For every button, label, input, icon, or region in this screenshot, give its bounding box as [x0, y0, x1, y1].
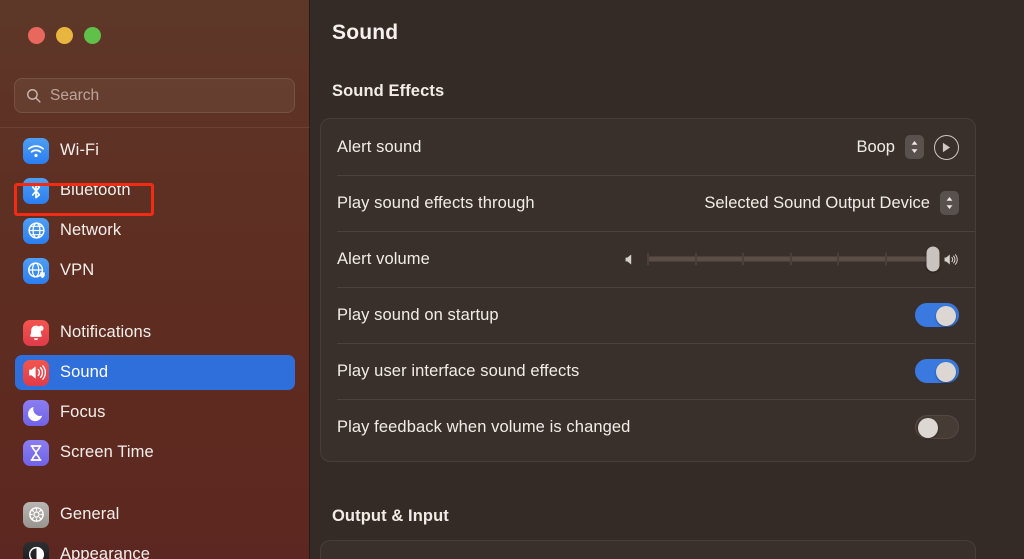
slider-tick [837, 252, 839, 266]
chevron-up-down-icon[interactable] [905, 135, 924, 159]
chevron-up-down-icon[interactable] [940, 191, 959, 215]
play-through-value[interactable]: Selected Sound Output Device [704, 194, 930, 213]
play-circle-icon[interactable] [934, 134, 959, 160]
sidebar-item-general[interactable]: General [15, 497, 295, 532]
sidebar-group-spacer [0, 293, 310, 315]
sound-effects-card: Alert sound Boop Play sound effects thro… [320, 118, 976, 462]
volume-feedback-toggle[interactable] [915, 415, 959, 439]
speaker-low-icon [625, 254, 632, 264]
sidebar-item-label: Bluetooth [60, 181, 131, 199]
sidebar-item-label: Focus [60, 403, 106, 421]
slider-tick [742, 252, 744, 266]
slider-tick [884, 252, 887, 266]
bell-icon [23, 319, 49, 346]
sidebar-item-label: Appearance [60, 545, 150, 559]
sidebar-group-spacer-2 [0, 475, 310, 497]
sidebar-item-notifications[interactable]: Notifications [15, 315, 295, 350]
sidebar-item-label: VPN [60, 261, 95, 279]
search-field[interactable] [14, 78, 295, 113]
globe-icon [23, 217, 49, 244]
row-play-sound-effects-through: Play sound effects through Selected Soun… [321, 175, 975, 231]
row-label: Alert sound [337, 137, 422, 156]
sidebar-item-sound[interactable]: Sound [15, 355, 295, 390]
search-input[interactable] [50, 79, 284, 112]
alert-volume-slider[interactable] [647, 246, 940, 272]
sidebar-item-screen-time[interactable]: Screen Time [15, 435, 295, 470]
toggle-knob [936, 306, 956, 326]
sidebar-item-network[interactable]: Network [15, 213, 295, 248]
sidebar-group-general: General Appearance [0, 497, 310, 559]
hourglass-icon [23, 439, 49, 466]
row-label: Play user interface sound effects [337, 361, 580, 380]
sidebar-item-label: Screen Time [60, 443, 154, 461]
sidebar-item-bluetooth[interactable]: Bluetooth [15, 173, 295, 208]
sidebar-item-appearance[interactable]: Appearance [15, 537, 295, 559]
page-title: Sound [332, 21, 399, 44]
zoom-window-button[interactable] [84, 27, 101, 44]
row-play-sound-on-startup: Play sound on startup [321, 287, 975, 343]
vpn-globe-icon [23, 257, 49, 284]
startup-sound-toggle[interactable] [915, 303, 959, 327]
minimize-window-button[interactable] [56, 27, 73, 44]
sidebar-item-label: General [60, 505, 120, 523]
appearance-icon [23, 541, 49, 559]
alert-sound-value[interactable]: Boop [856, 138, 895, 157]
section-heading-sound-effects: Sound Effects [332, 82, 445, 100]
sidebar-item-label: Wi-Fi [60, 141, 99, 159]
sidebar-nav: Wi-Fi Bluetooth Network VPN Notification… [0, 133, 310, 559]
sidebar-item-focus[interactable]: Focus [15, 395, 295, 430]
bluetooth-icon [23, 177, 49, 204]
speaker-icon [23, 359, 49, 386]
row-label: Play sound effects through [337, 193, 535, 212]
sidebar-item-label: Notifications [60, 323, 152, 341]
sidebar-search[interactable] [14, 78, 295, 113]
section-heading-output-input: Output & Input [332, 507, 449, 525]
slider-tick [789, 252, 792, 266]
window-traffic-lights [28, 27, 101, 44]
toggle-knob [936, 362, 956, 382]
row-label: Alert volume [337, 249, 430, 268]
row-alert-volume: Alert volume [321, 231, 975, 287]
sidebar-item-label: Sound [60, 363, 109, 381]
row-play-ui-sound-effects: Play user interface sound effects [321, 343, 975, 399]
row-label: Play feedback when volume is changed [337, 417, 631, 436]
output-input-card [320, 540, 976, 559]
sidebar-group-system: Notifications Sound Focus Screen Time [0, 315, 310, 470]
slider-thumb[interactable] [926, 246, 940, 272]
sidebar-item-wi-fi[interactable]: Wi-Fi [15, 133, 295, 168]
search-icon [27, 89, 41, 103]
sidebar-divider [0, 127, 310, 128]
sidebar-item-label: Network [60, 221, 122, 239]
sidebar-item-vpn[interactable]: VPN [15, 253, 295, 288]
moon-icon [23, 399, 49, 426]
slider-tick [694, 252, 697, 266]
row-label: Play sound on startup [337, 305, 499, 324]
system-settings-window: Wi-Fi Bluetooth [0, 0, 1024, 559]
gear-icon [23, 501, 49, 528]
close-window-button[interactable] [28, 27, 45, 44]
speaker-high-icon [944, 253, 958, 265]
ui-sound-effects-toggle[interactable] [915, 359, 959, 383]
row-alert-sound: Alert sound Boop [321, 119, 975, 175]
slider-tick [647, 252, 649, 266]
toggle-knob [918, 418, 938, 438]
sidebar: Wi-Fi Bluetooth [0, 0, 310, 559]
sidebar-group-network: Wi-Fi Bluetooth Network VPN [0, 133, 310, 288]
wifi-icon [23, 137, 49, 164]
row-play-feedback-volume-changed: Play feedback when volume is changed [321, 399, 975, 455]
main-content: Sound Sound Effects Alert sound Boop Pla… [310, 0, 1024, 559]
